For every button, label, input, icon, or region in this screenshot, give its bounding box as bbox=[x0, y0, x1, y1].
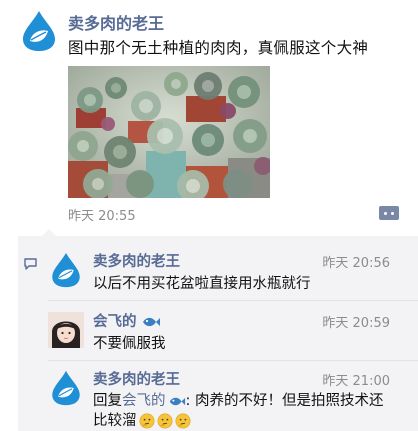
comment-author[interactable]: 会飞的 bbox=[93, 310, 161, 331]
comment-divider bbox=[48, 360, 418, 361]
water-drop-leaf-icon[interactable] bbox=[48, 252, 84, 288]
avatar[interactable] bbox=[48, 312, 84, 348]
comment-text: 不要佩服我 bbox=[93, 336, 166, 352]
fish-emoji-icon bbox=[168, 395, 186, 408]
comment-author[interactable]: 卖多肉的老王 bbox=[93, 250, 180, 271]
reply-target-text: 会飞的 bbox=[122, 393, 166, 409]
comment-author-text: 会飞的 bbox=[93, 314, 137, 330]
water-drop-leaf-icon[interactable] bbox=[18, 10, 60, 52]
reply-prefix: 回复 bbox=[93, 393, 122, 409]
post-photo[interactable] bbox=[68, 66, 270, 198]
comment-item[interactable]: 会飞的 昨天 20:59 不要佩服我 bbox=[48, 312, 418, 356]
post-author-name[interactable]: 卖多肉的老王 bbox=[68, 10, 164, 34]
comment-item[interactable]: 卖多肉的老王 昨天 21:00 回复会飞的: 肉养的不好！但是拍照技术还比较溜 bbox=[48, 370, 418, 430]
water-drop-leaf-icon[interactable] bbox=[48, 370, 84, 406]
thinking-face-emoji-icon bbox=[139, 413, 155, 429]
comment-bubble-icon bbox=[24, 258, 37, 270]
comment-time: 昨天 21:00 bbox=[322, 374, 390, 389]
comment-time: 昨天 20:56 bbox=[322, 256, 390, 271]
comment-divider bbox=[48, 300, 418, 301]
comment-text: 以后不用买花盆啦直接用水瓶就行 bbox=[93, 276, 311, 292]
thinking-face-emoji-icon bbox=[175, 413, 191, 429]
post-timestamp: 昨天 20:55 bbox=[68, 209, 136, 224]
comments-section: 卖多肉的老王 昨天 20:56 以后不用买花盆啦直接用水瓶就行 会飞的 昨天 2… bbox=[18, 229, 418, 431]
comment-text: 回复会飞的: 肉养的不好！但是拍照技术还比较溜 bbox=[93, 391, 393, 431]
fish-emoji-icon bbox=[141, 315, 161, 329]
more-dots-icon[interactable] bbox=[379, 206, 399, 220]
reply-target-name[interactable]: 会飞的 bbox=[122, 393, 186, 409]
post-text: 图中那个无土种植的肉肉，真佩服这个大神 bbox=[68, 39, 369, 57]
thinking-face-emoji-icon bbox=[157, 413, 173, 429]
comment-item[interactable]: 卖多肉的老王 昨天 20:56 以后不用买花盆啦直接用水瓶就行 bbox=[48, 252, 418, 294]
comment-time: 昨天 20:59 bbox=[322, 316, 390, 331]
comment-author[interactable]: 卖多肉的老王 bbox=[93, 368, 180, 389]
